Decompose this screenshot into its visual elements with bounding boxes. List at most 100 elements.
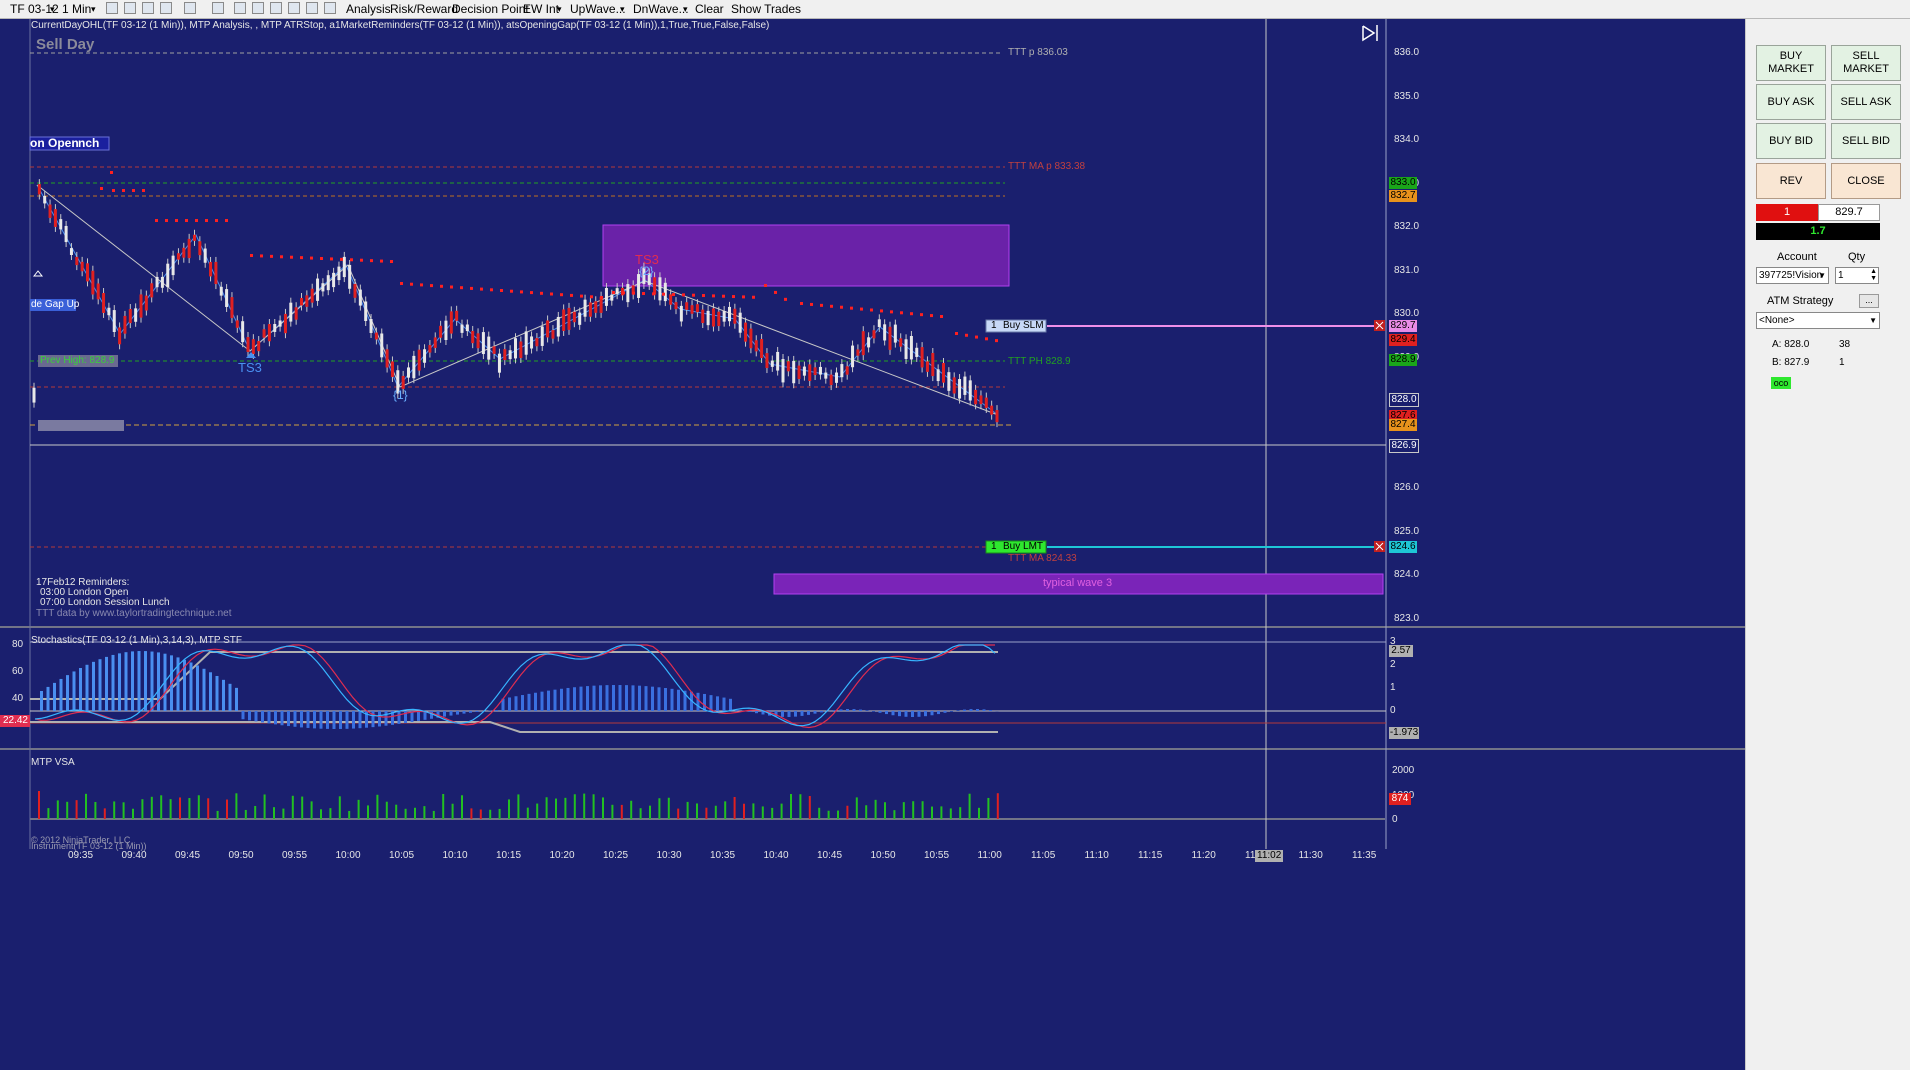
candle-body: [37, 184, 41, 195]
buy-lmt-order[interactable]: Buy LMT: [1003, 541, 1043, 552]
stoch-hist-bar: [235, 687, 238, 711]
chart-area[interactable]: CurrentDayOHL(TF 03-12 (1 Min)), MTP Ana…: [0, 19, 1745, 1070]
candle-body: [337, 266, 341, 281]
buy-slm-order[interactable]: Buy SLM: [1003, 320, 1044, 331]
vsa-volume-bar: [846, 805, 849, 819]
candle-body: [974, 389, 978, 405]
candle-body: [160, 276, 164, 288]
vsa-volume-bar: [301, 796, 304, 819]
atr-stop-dot: [570, 293, 573, 297]
stoch-hist-bar: [248, 711, 251, 721]
time-axis-label: 10:55: [924, 850, 950, 861]
price-axis-label: 831.0: [1394, 264, 1420, 276]
buy-slm-qty: 1: [991, 320, 997, 331]
candle-body: [856, 349, 860, 356]
menu-show-trades[interactable]: Show Trades: [731, 1, 801, 17]
properties-icon[interactable]: [234, 2, 246, 14]
vsa-volume-bar: [771, 807, 774, 819]
atm-strategy-select[interactable]: <None> ▼: [1756, 312, 1880, 329]
candle-body: [48, 204, 52, 218]
indicators-icon[interactable]: [252, 2, 264, 14]
time-axis-label: 10:25: [603, 850, 629, 861]
menu-analysis[interactable]: Analysis: [346, 1, 391, 17]
interval-selector[interactable]: 1 Min: [62, 1, 91, 17]
chart-style-icon[interactable]: [124, 2, 136, 14]
qty-stepper[interactable]: 1 ▲ ▼: [1835, 267, 1879, 284]
buy-ask-button[interactable]: BUY ASK: [1756, 84, 1826, 120]
bid-price: B: 827.9: [1772, 357, 1810, 368]
stoch-hist-bar: [332, 711, 336, 729]
stoch-right-axis-2: 2: [1390, 659, 1396, 670]
atm-more-button[interactable]: ...: [1859, 294, 1879, 308]
candle-body: [380, 333, 384, 358]
sell-bid-button[interactable]: SELL BID: [1831, 123, 1901, 159]
vsa-volume-bar: [818, 807, 821, 819]
sell-market-button[interactable]: SELL MARKET: [1831, 45, 1901, 81]
menu-ew-int[interactable]: EW Int: [523, 1, 559, 17]
close-position-button[interactable]: CLOSE: [1831, 163, 1901, 199]
menu-dnwave[interactable]: DnWave...: [633, 1, 689, 17]
line-tool-icon[interactable]: [160, 2, 172, 14]
vsa-volume-bar: [959, 807, 962, 819]
price-tag: 827.4: [1389, 419, 1417, 431]
menu-clear[interactable]: Clear: [695, 1, 724, 17]
time-axis-label: 09:55: [282, 850, 308, 861]
stoch-hist-bar: [228, 683, 232, 711]
candle-body: [203, 248, 207, 263]
menu-decision-point[interactable]: Decision Point: [452, 1, 529, 17]
atr-stop-dot: [330, 257, 333, 261]
data-box-icon[interactable]: [306, 2, 318, 14]
sell-ask-button[interactable]: SELL ASK: [1831, 84, 1901, 120]
reminder-london-lunch: 07:00 London Session Lunch: [40, 597, 170, 608]
london-lunch-label: nch: [78, 136, 100, 150]
candle-body: [524, 331, 528, 355]
reverse-button[interactable]: REV: [1756, 163, 1826, 199]
bid-size: 1: [1839, 357, 1845, 368]
stoch-hist-bar: [781, 711, 784, 717]
candle-body: [658, 277, 662, 301]
price-tag: 824.6: [1389, 541, 1417, 553]
atr-stop-dot: [672, 293, 675, 297]
price-tag: 833.0: [1389, 177, 1417, 189]
pencil-icon[interactable]: [142, 2, 154, 14]
atr-stop-dot: [530, 291, 533, 295]
buy-bid-button[interactable]: BUY BID: [1756, 123, 1826, 159]
stoch-hist-bar: [703, 693, 706, 711]
menu-upwave[interactable]: UpWave...: [570, 1, 626, 17]
menu-risk-reward[interactable]: Risk/Reward: [390, 1, 458, 17]
buy-market-button[interactable]: BUY MARKET: [1756, 45, 1826, 81]
order-entry-icon[interactable]: [324, 2, 336, 14]
vsa-volume-bar: [197, 795, 200, 819]
atr-stop-dot: [682, 293, 685, 297]
candle-body: [219, 286, 223, 296]
templates-icon[interactable]: [288, 2, 300, 14]
stoch-hist-bar: [573, 687, 576, 711]
candle-body: [711, 308, 715, 327]
zoom-icon[interactable]: [212, 2, 224, 14]
oco-indicator[interactable]: oco: [1771, 377, 1791, 389]
stoch-hist-bar: [917, 711, 921, 717]
spin-icon[interactable]: ▲ ▼: [1870, 268, 1877, 282]
vsa-volume-bar: [254, 805, 257, 819]
crosshair-icon[interactable]: [184, 2, 196, 14]
candle-body: [209, 261, 213, 277]
price-chart-canvas[interactable]: [0, 19, 1745, 1070]
account-select[interactable]: 397725!Vision ▼: [1756, 267, 1829, 284]
strategies-icon[interactable]: [270, 2, 282, 14]
candle-body: [615, 288, 619, 295]
stoch-hist-bar: [924, 711, 927, 717]
candle-body: [797, 365, 801, 380]
stoch-hist-bar: [664, 688, 667, 711]
atr-stop-dot: [165, 219, 168, 222]
candle-body: [583, 299, 587, 317]
vsa-volume-bar: [555, 798, 557, 819]
time-axis-label: 09:45: [175, 850, 201, 861]
stoch-hist-bar: [222, 679, 225, 711]
ttt-p-label: TTT p 836.03: [1008, 47, 1068, 58]
atr-stop-dot: [112, 189, 115, 192]
ask-price: A: 828.0: [1772, 339, 1810, 350]
bars-icon[interactable]: [106, 2, 118, 14]
atr-stop-dot: [860, 307, 863, 311]
stoch-hist-bar: [592, 685, 596, 711]
time-axis-label: 10:35: [710, 850, 736, 861]
